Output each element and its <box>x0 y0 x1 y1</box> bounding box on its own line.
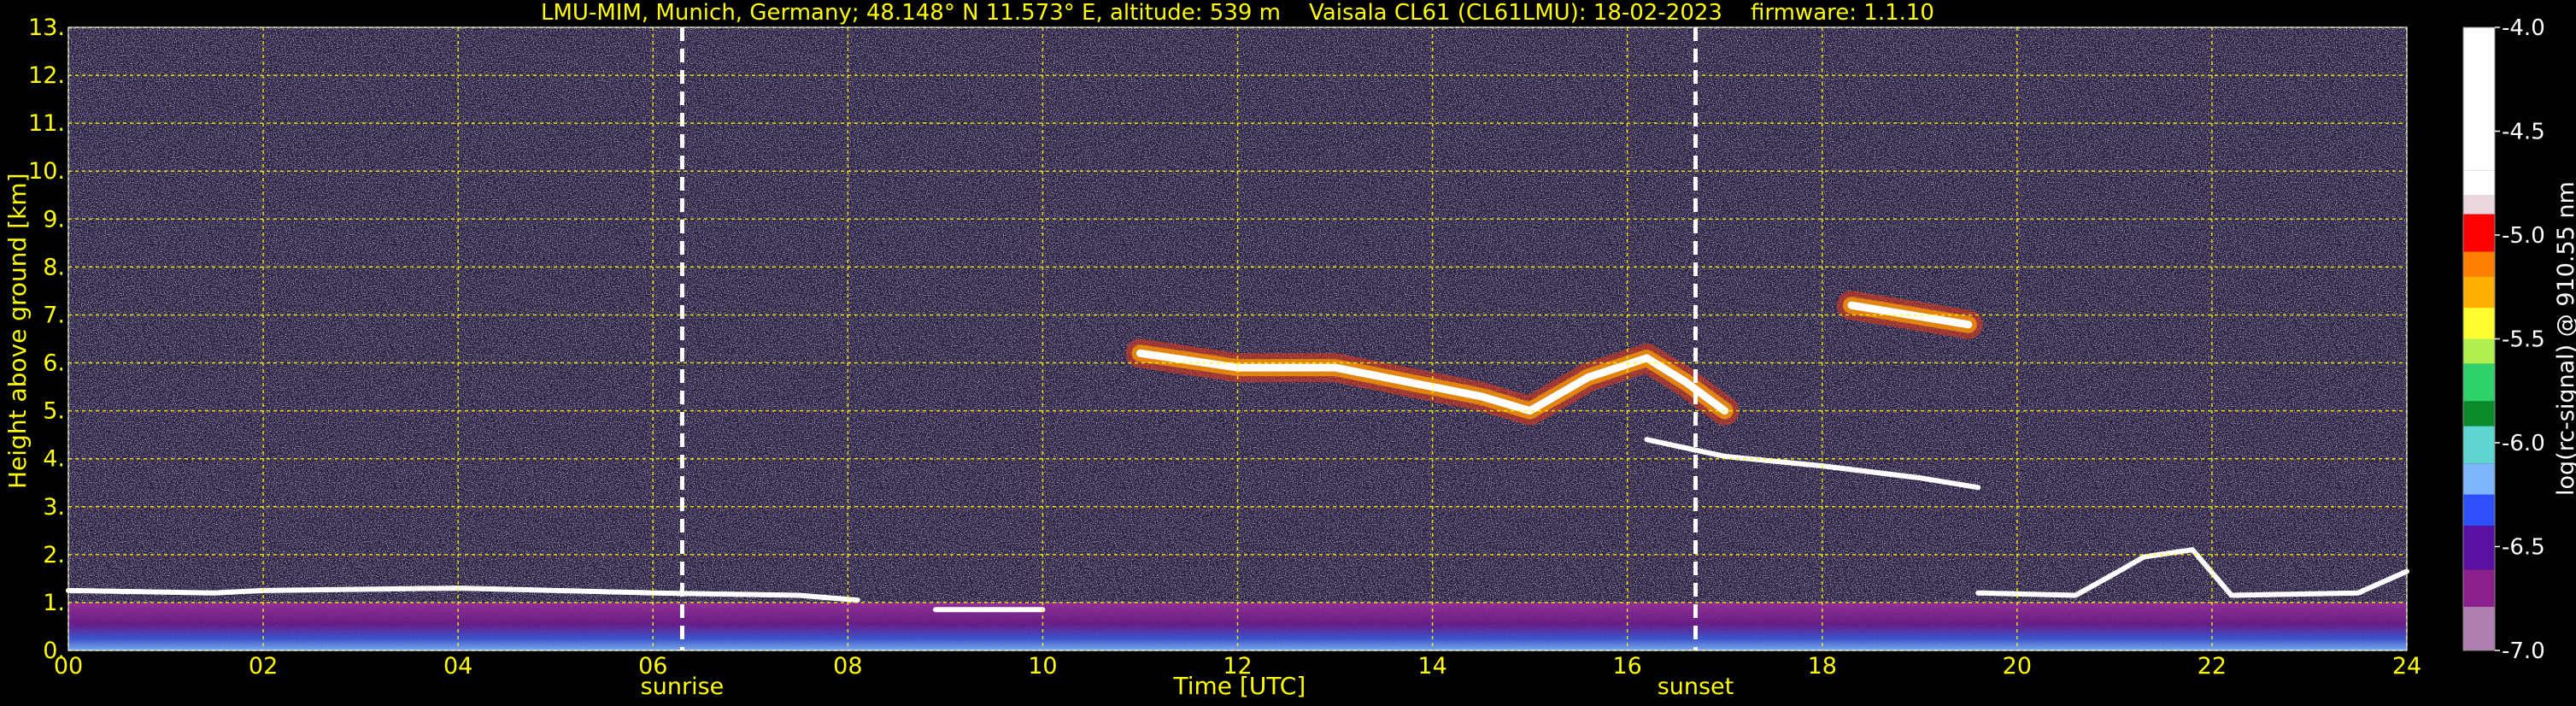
colorbar-segment <box>2463 251 2495 277</box>
colorbar-segment <box>2463 338 2495 364</box>
colorbar-tick-label: -7.0 <box>2502 638 2545 664</box>
colorbar-segment <box>2463 214 2495 252</box>
colorbar-label: log(rc-signal) @ 910.55 nm <box>2553 181 2576 496</box>
colorbar-tick-label: -5.5 <box>2502 327 2545 353</box>
colorbar-segment <box>2463 195 2495 215</box>
colorbar-segment <box>2463 308 2495 339</box>
colorbar-tick-label: -5.0 <box>2502 223 2545 249</box>
colorbar-segment <box>2463 170 2495 196</box>
colorbar-segment <box>2463 606 2495 650</box>
colorbar-segment <box>2463 494 2495 527</box>
colorbar-tick-label: -6.5 <box>2502 535 2545 561</box>
colorbar-tick-label: -4.5 <box>2502 120 2545 145</box>
colorbar-tick-label: -4.0 <box>2502 15 2545 41</box>
colorbar: -4.0 -4.5 -5.0 -5.5 -6.0 -6.5 -7.0 <box>2462 15 2545 664</box>
colorbar-tick-label: -6.0 <box>2502 431 2545 456</box>
colorbar-segment <box>2463 363 2495 402</box>
colorbar-segment <box>2463 526 2495 570</box>
colorbar-segment <box>2463 276 2495 309</box>
colorbar-segment <box>2463 401 2495 427</box>
colorbar-segment <box>2463 569 2495 607</box>
colorbar-segment <box>2463 463 2495 495</box>
colorbar-segment <box>2463 27 2495 171</box>
colorbar-segment <box>2463 426 2495 464</box>
